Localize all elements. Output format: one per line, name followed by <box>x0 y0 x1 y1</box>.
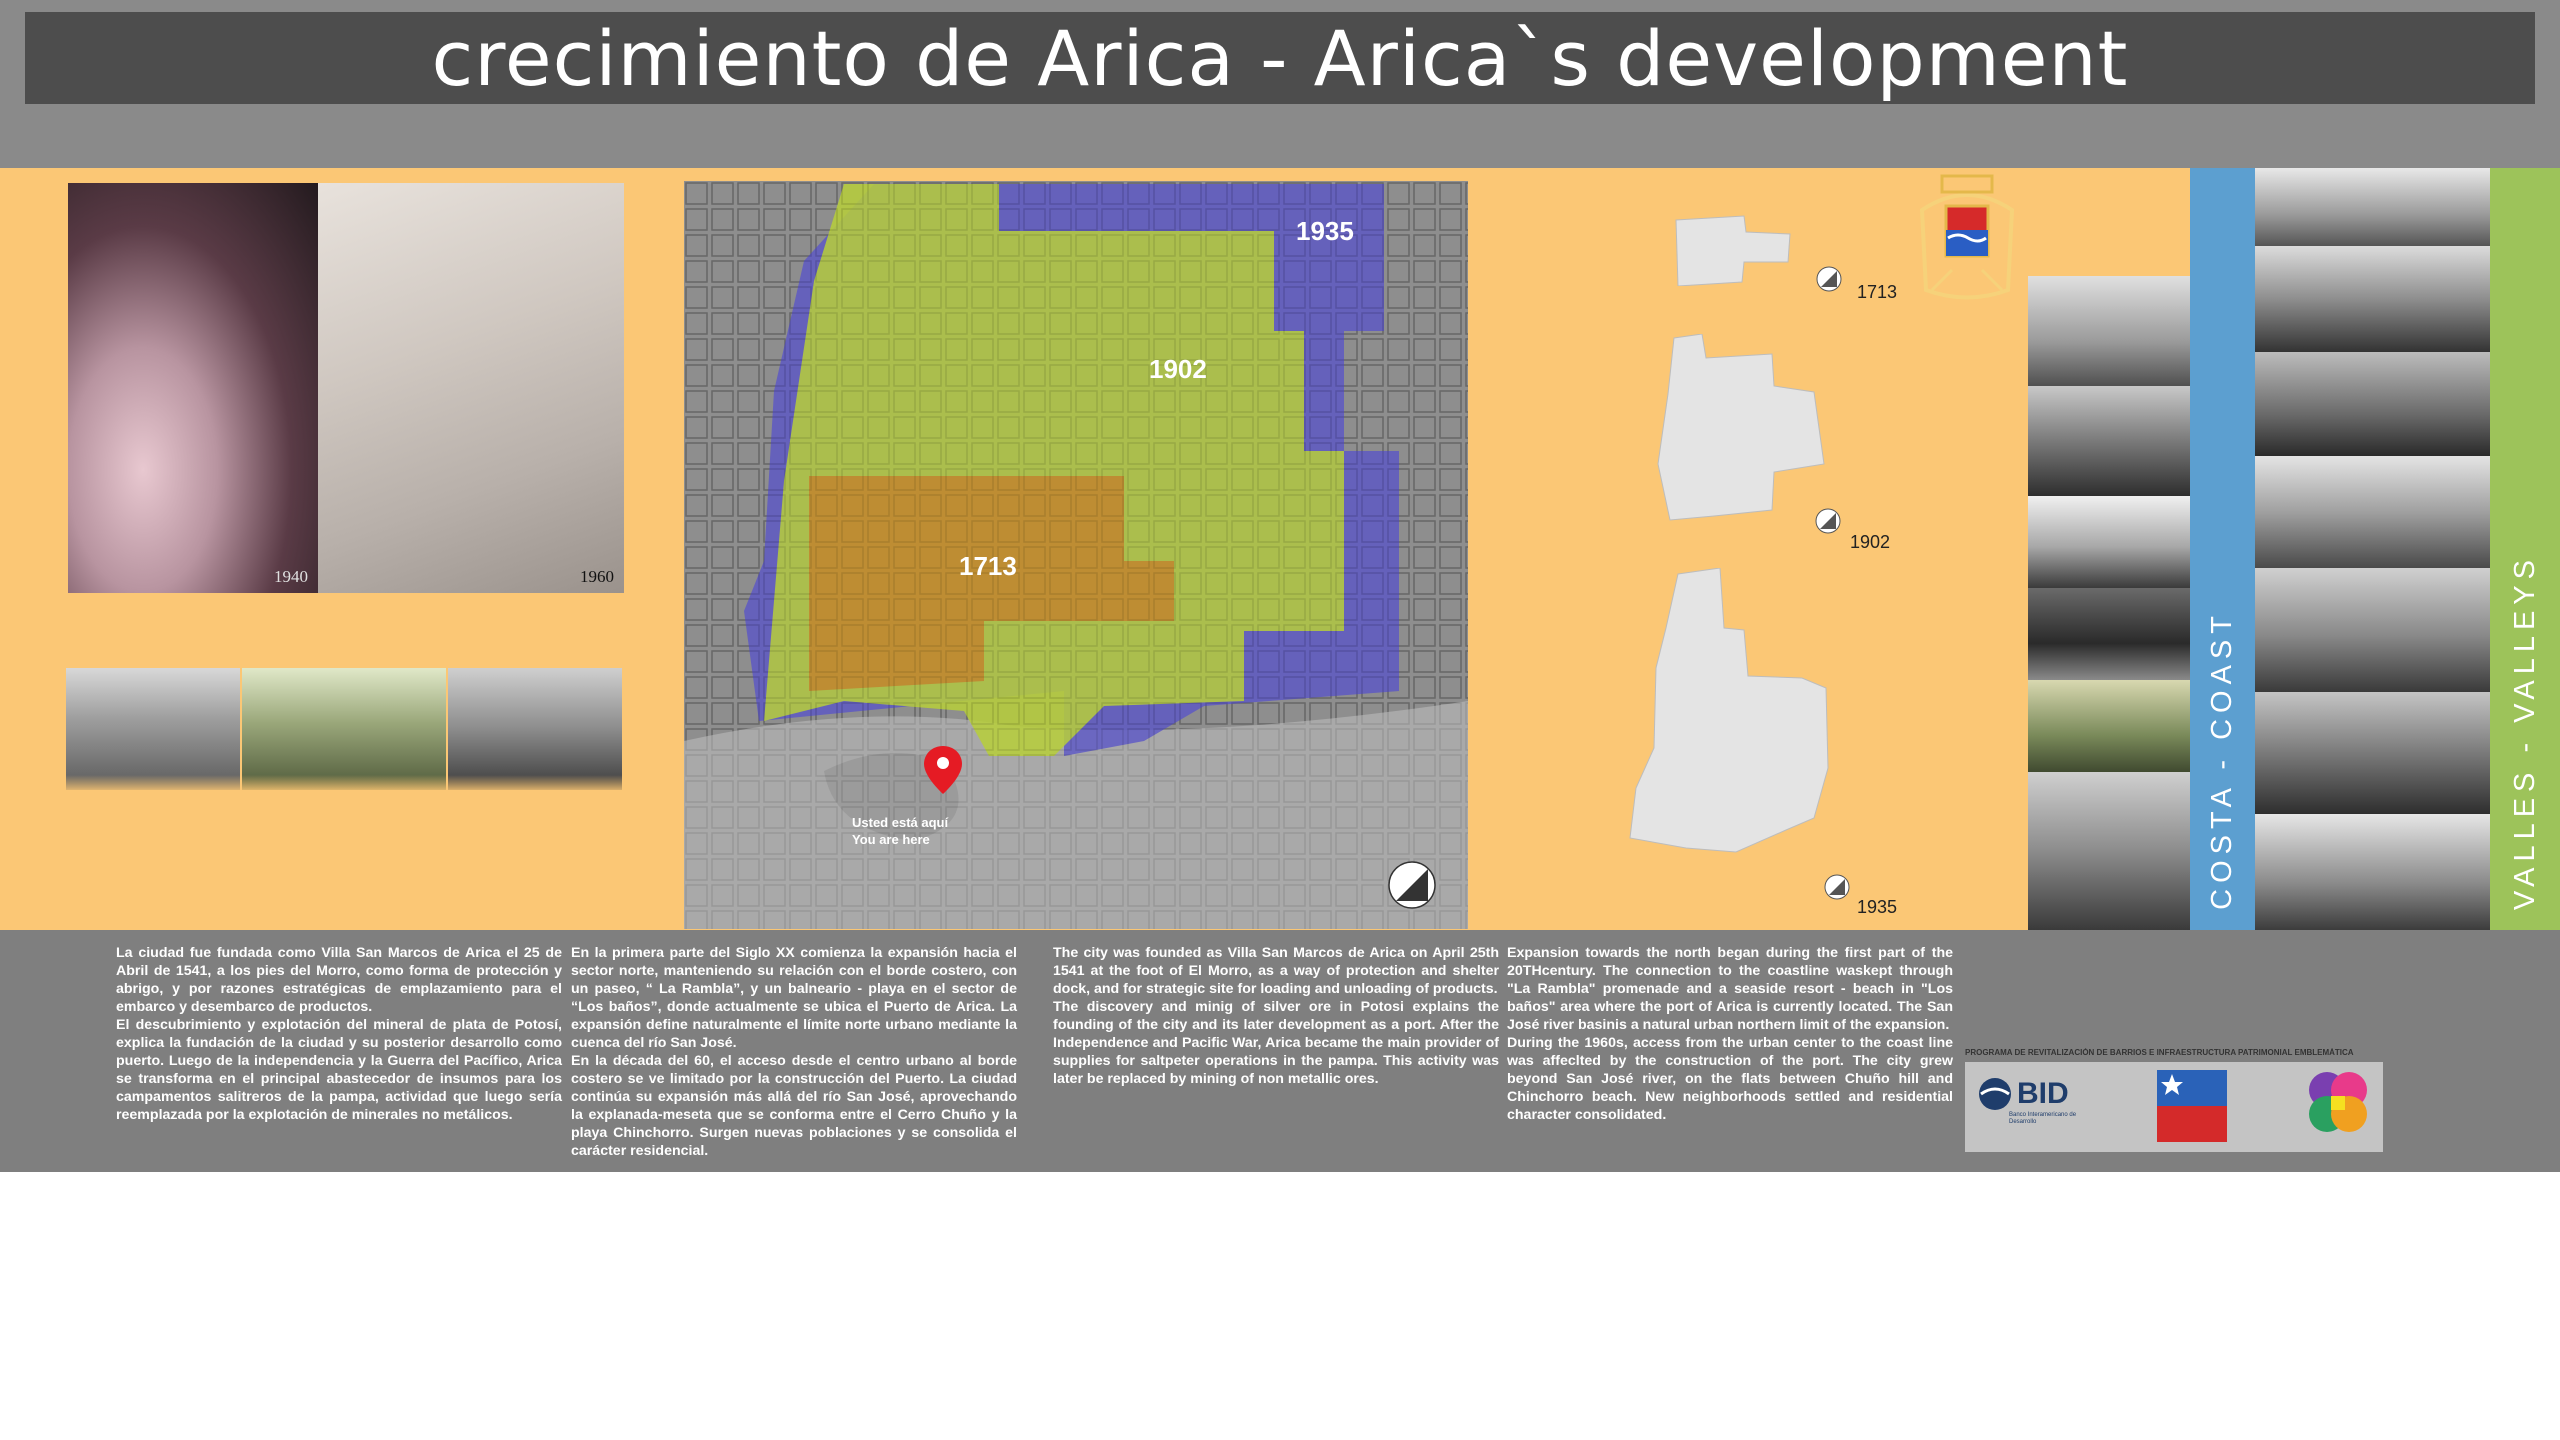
paragraph: Expansion towards the north began during… <box>1507 945 1953 1033</box>
title-bar: crecimiento de Arica - Arica`s developme… <box>25 12 2535 104</box>
panorama-photo <box>66 668 240 790</box>
growth-map: 1935 1902 1713 Usted está aquí You are h… <box>684 181 1468 929</box>
you-are-here-es: Usted está aquí <box>852 815 948 830</box>
valley-photo <box>2255 456 2490 568</box>
bid-globe-icon <box>1979 1078 2011 1110</box>
zone-label-1713: 1713 <box>959 551 1017 581</box>
valley-photo <box>2255 814 2490 930</box>
paragraph: El descubrimiento y explotación del mine… <box>116 1017 562 1123</box>
coast-photo <box>2028 772 2190 930</box>
coast-photo <box>2028 168 2190 276</box>
silhouette-year-1935: 1935 <box>1857 897 1898 917</box>
coast-photo <box>2028 496 2190 588</box>
valleys-photo-strip <box>2255 168 2490 930</box>
paragraph: En la década del 60, el acceso desde el … <box>571 1053 1017 1159</box>
english-text-column-1: The city was founded as Villa San Marcos… <box>1053 944 1499 1088</box>
panorama-fade <box>66 775 622 793</box>
you-are-here-en: You are here <box>852 832 930 847</box>
costa-label-bar: COSTA - COAST <box>2190 168 2255 930</box>
aerial-year-label-1960: 1960 <box>580 567 614 586</box>
bid-label: BID <box>2017 1077 2069 1110</box>
coast-photo <box>2028 680 2190 772</box>
city-silhouette-1902 <box>1657 334 1825 521</box>
valley-photo <box>2255 246 2490 352</box>
coast-photo <box>2028 588 2190 680</box>
compass-icon <box>1824 874 1850 900</box>
arica-coat-of-arms-icon <box>1919 174 2015 300</box>
coast-photo <box>2028 386 2190 496</box>
city-silhouette-1713 <box>1675 215 1791 286</box>
page-title: crecimiento de Arica - Arica`s developme… <box>431 13 2129 103</box>
coast-photo-strip <box>2028 168 2190 930</box>
paragraph: The discovery and minig of silver ore in… <box>1053 999 1499 1087</box>
sponsor-caption: PROGRAMA DE REVITALIZACIÓN DE BARRIOS E … <box>1965 1048 2354 1057</box>
costa-label: COSTA - COAST <box>2206 610 2238 910</box>
bid-logo: BID <box>1977 1076 2069 1112</box>
valley-photo <box>2255 352 2490 456</box>
zone-label-1935: 1935 <box>1296 216 1354 246</box>
valles-label: VALLES - VALLEYS <box>2508 553 2541 910</box>
bid-subtitle: Banco Interamericano de Desarrollo <box>2009 1112 2077 1125</box>
compass-icon <box>1816 266 1842 292</box>
english-text-column-2: Expansion towards the north began during… <box>1507 944 1953 1124</box>
coast-photo <box>2028 276 2190 386</box>
panorama-photo <box>448 668 622 790</box>
valley-photo <box>2255 692 2490 814</box>
aerial-year-label-1940: 1940 <box>274 567 308 586</box>
paragraph: En la primera parte del Siglo XX comienz… <box>571 945 1017 1051</box>
aerial-photo-1940: 1940 <box>68 183 318 593</box>
government-of-chile-logo <box>2157 1070 2227 1142</box>
valley-photo <box>2255 168 2490 246</box>
spanish-text-column-2: En la primera parte del Siglo XX comienz… <box>571 944 1017 1160</box>
silhouette-year-1713: 1713 <box>1857 282 1898 302</box>
compass-icon <box>1815 508 1841 534</box>
valles-label-bar: VALLES - VALLEYS <box>2490 168 2560 930</box>
paragraph: During the 1960s, access from the urban … <box>1507 1035 1953 1123</box>
spanish-text-column-1: La ciudad fue fundada como Villa San Mar… <box>116 944 562 1124</box>
zone-label-1902: 1902 <box>1149 354 1207 384</box>
aerial-photo-1960: 1960 <box>318 183 624 593</box>
sponsor-logos: BID Banco Interamericano de Desarrollo <box>1965 1062 2383 1152</box>
paragraph: The city was founded as Villa San Marcos… <box>1053 945 1499 997</box>
north-arrow-icon <box>1388 861 1436 909</box>
paragraph: La ciudad fue fundada como Villa San Mar… <box>116 945 562 1015</box>
panorama-photo <box>242 668 446 790</box>
silhouette-year-1902: 1902 <box>1850 532 1891 552</box>
heritage-program-logo <box>2309 1072 2367 1132</box>
city-silhouette-1935 <box>1629 568 1829 853</box>
valley-photo <box>2255 568 2490 692</box>
